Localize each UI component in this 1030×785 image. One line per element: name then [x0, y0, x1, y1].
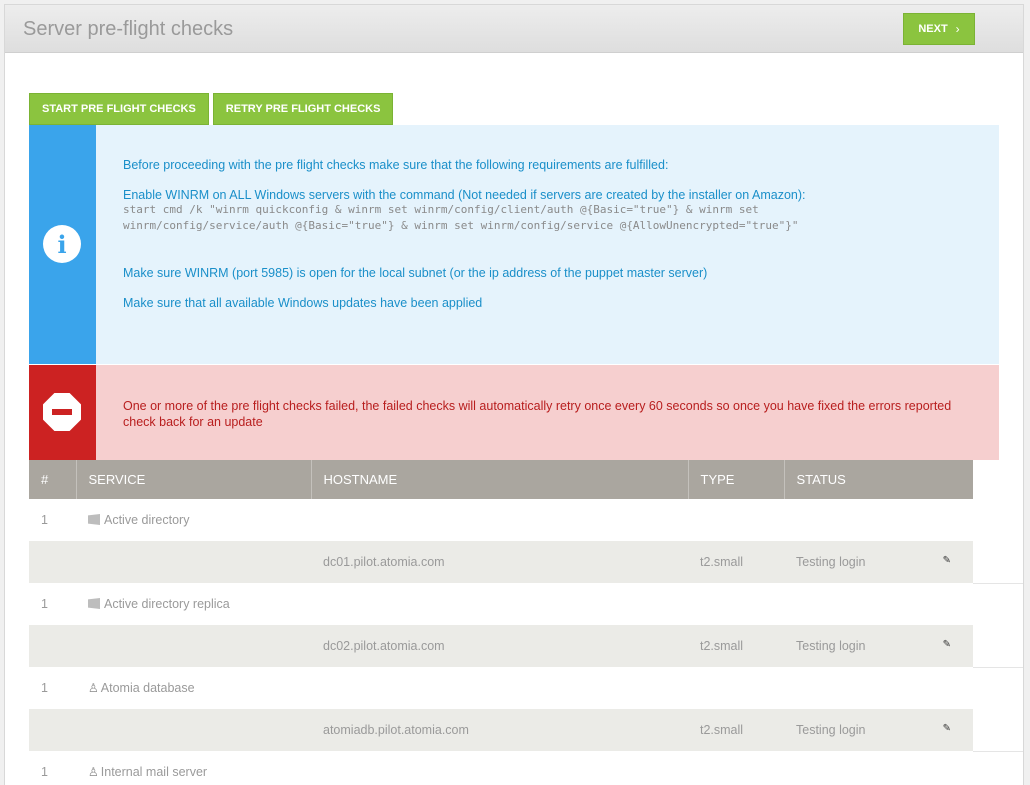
service-row: 1 Active directory — [29, 499, 973, 541]
page-container: Server pre-flight checks NEXT › START PR… — [4, 4, 1024, 785]
hostname-cell: atomiadb.pilot.atomia.com — [311, 709, 688, 751]
error-alert-box: One or more of the pre flight checks fai… — [29, 365, 999, 460]
service-row: 1 ♙ Internal mail server — [29, 751, 973, 785]
page-title: Server pre-flight checks — [23, 18, 234, 40]
column-header-service: SERVICE — [76, 460, 312, 499]
status-cell: Testing login ✎ — [784, 709, 973, 751]
service-row: 1 Active directory replica — [29, 583, 973, 625]
type-cell: t2.small — [688, 625, 784, 667]
table-header-row: # SERVICE HOSTNAME TYPE STATUS — [29, 460, 973, 499]
edit-pencil-icon[interactable]: ✎ — [943, 723, 951, 734]
host-row: atomiadb.pilot.atomia.com t2.small Testi… — [29, 709, 973, 751]
next-button[interactable]: NEXT › — [903, 13, 975, 45]
winrm-command-line-2: winrm/config/service/auth @{Basic="true"… — [123, 219, 799, 232]
hostname-cell: dc01.pilot.atomia.com — [311, 541, 688, 583]
start-pre-flight-checks-button[interactable]: START PRE FLIGHT CHECKS — [29, 93, 209, 125]
type-cell: t2.small — [688, 709, 784, 751]
column-header-hostname: HOSTNAME — [311, 460, 689, 499]
page-header: Server pre-flight checks NEXT › — [5, 5, 1023, 53]
info-winrm-text: Enable WINRM on ALL Windows servers with… — [123, 188, 806, 202]
retry-pre-flight-checks-button[interactable]: RETRY PRE FLIGHT CHECKS — [212, 93, 394, 125]
row-divider — [973, 583, 1023, 584]
chevron-right-icon: › — [955, 22, 960, 36]
info-port-text: Make sure WINRM (port 5985) is open for … — [123, 266, 708, 280]
info-updates-text: Make sure that all available Windows upd… — [123, 296, 483, 310]
error-sidebar — [29, 365, 96, 460]
status-text: Testing login — [796, 723, 866, 737]
info-intro: Before proceeding with the pre flight ch… — [123, 158, 669, 172]
edit-pencil-icon[interactable]: ✎ — [943, 639, 951, 650]
service-row: 1 ♙ Atomia database — [29, 667, 973, 709]
status-cell: Testing login ✎ — [784, 625, 973, 667]
column-header-type: TYPE — [688, 460, 785, 499]
type-cell: t2.small — [688, 541, 784, 583]
edit-pencil-icon[interactable]: ✎ — [943, 555, 951, 566]
host-row: dc01.pilot.atomia.com t2.small Testing l… — [29, 541, 973, 583]
host-row: dc02.pilot.atomia.com t2.small Testing l… — [29, 625, 973, 667]
windows-icon — [88, 598, 100, 609]
service-name: Internal mail server — [100, 765, 208, 779]
row-divider — [973, 751, 1023, 752]
service-name: Atomia database — [100, 681, 195, 695]
row-number: 1 — [29, 499, 76, 541]
status-text: Testing login — [796, 555, 866, 569]
service-cell: ♙ Atomia database — [76, 667, 311, 709]
info-icon: i — [43, 225, 81, 263]
next-button-label: NEXT — [918, 23, 948, 35]
row-number: 1 — [29, 667, 76, 709]
status-text: Testing login — [796, 639, 866, 653]
requirements-info-box: i Before proceeding with the pre flight … — [29, 125, 999, 364]
info-text: Before proceeding with the pre flight ch… — [123, 158, 983, 310]
stop-icon — [43, 393, 81, 431]
row-number: 1 — [29, 751, 76, 785]
action-buttons: START PRE FLIGHT CHECKS RETRY PRE FLIGHT… — [29, 93, 394, 125]
servers-table: # SERVICE HOSTNAME TYPE STATUS 1 Active … — [29, 460, 973, 785]
service-name: Active directory replica — [104, 597, 230, 611]
service-name: Active directory — [104, 513, 190, 527]
status-cell: Testing login ✎ — [784, 541, 973, 583]
error-message: One or more of the pre flight checks fai… — [123, 399, 952, 429]
linux-icon: ♙ — [88, 681, 99, 695]
column-header-num: # — [29, 460, 77, 499]
row-divider — [973, 667, 1023, 668]
row-number: 1 — [29, 583, 76, 625]
column-header-status: STATUS — [784, 460, 973, 499]
winrm-command-line-1: start cmd /k "winrm quickconfig & winrm … — [123, 203, 759, 216]
linux-icon: ♙ — [88, 765, 99, 779]
service-cell: Active directory — [76, 499, 311, 541]
hostname-cell: dc02.pilot.atomia.com — [311, 625, 688, 667]
windows-icon — [88, 514, 100, 525]
service-cell: ♙ Internal mail server — [76, 751, 311, 785]
info-sidebar: i — [29, 125, 96, 364]
service-cell: Active directory replica — [76, 583, 311, 625]
